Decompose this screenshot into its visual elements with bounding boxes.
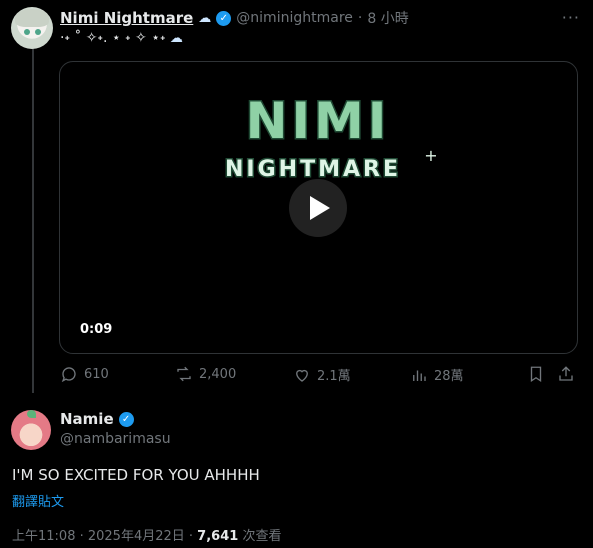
- bookmark-button[interactable]: [527, 365, 545, 383]
- tweet-text-content: ·˖ ˚ ✧˖. ⋆ ˖ ✧ ⋆˖: [60, 30, 166, 46]
- cloud-icon: ☁: [198, 10, 212, 26]
- more-dots-icon[interactable]: ···: [562, 8, 580, 27]
- handle[interactable]: @nambarimasu: [60, 431, 171, 447]
- reply-text: I'M SO EXCITED FOR YOU AHHHH: [12, 466, 260, 484]
- avatar-leaf: [27, 410, 36, 418]
- cloud-icon: ☁: [169, 31, 183, 46]
- views-count: 28萬: [434, 369, 464, 384]
- avatar[interactable]: [11, 410, 51, 450]
- like-count: 2.1萬: [317, 369, 351, 384]
- sparkle-icon: +: [424, 146, 437, 165]
- reply-button[interactable]: 610: [60, 365, 109, 383]
- reply-count: 610: [84, 366, 109, 382]
- share-button[interactable]: [557, 365, 575, 383]
- translate-link[interactable]: 翻譯貼文: [12, 491, 64, 510]
- play-button[interactable]: [289, 179, 347, 237]
- verified-badge-icon[interactable]: ✓: [216, 10, 232, 26]
- action-bar: 610 2,400 2.1萬 28萬: [60, 365, 576, 385]
- analytics-icon: [413, 370, 426, 381]
- tweet-main[interactable]: Nimi Nightmare ☁ ✓ @niminightmare · 8 小時…: [0, 0, 593, 396]
- like-button[interactable]: 2.1萬: [293, 365, 351, 384]
- verified-badge-icon[interactable]: ✓: [118, 411, 134, 427]
- logo-title: NIMI: [246, 92, 391, 150]
- video-duration: 0:09: [80, 322, 113, 337]
- timestamp[interactable]: 8 小時: [367, 8, 408, 28]
- bookmark-icon: [530, 366, 542, 383]
- play-icon: [310, 196, 330, 220]
- avatar-eye-right: [35, 29, 41, 35]
- post-timestamp[interactable]: 上午11:08 · 2025年4月22日 ·: [12, 529, 193, 544]
- repost-icon: [177, 366, 191, 382]
- logo-subtitle: NIGHTMARE: [225, 157, 401, 182]
- repost-count: 2,400: [199, 366, 237, 382]
- post-views-count: 7,641: [197, 529, 239, 544]
- avatar-eye-left: [24, 29, 30, 35]
- post-meta: 上午11:08 · 2025年4月22日 · 7,641 次查看: [12, 525, 281, 544]
- share-icon: [559, 366, 573, 381]
- tweet-reply[interactable]: Namie ✓ @nambarimasu I'M SO EXCITED FOR …: [0, 396, 593, 548]
- author-row: Nimi Nightmare ☁ ✓ @niminightmare · 8 小時: [60, 8, 409, 28]
- handle[interactable]: @niminightmare: [236, 10, 353, 26]
- tweet-text: ·˖ ˚ ✧˖. ⋆ ˖ ✧ ⋆˖ ☁: [60, 30, 183, 46]
- reply-icon: [61, 367, 76, 383]
- separator: ·: [357, 10, 363, 26]
- views-button[interactable]: 28萬: [410, 365, 464, 384]
- display-name[interactable]: Nimi Nightmare: [60, 9, 193, 27]
- display-name[interactable]: Namie: [60, 410, 114, 428]
- repost-button[interactable]: 2,400: [175, 365, 236, 383]
- author-row: Namie ✓: [60, 410, 134, 428]
- avatar-hair: [15, 9, 49, 27]
- avatar[interactable]: [11, 7, 53, 49]
- post-views-label: 次查看: [242, 529, 282, 544]
- heart-icon: [296, 369, 308, 382]
- nimi-nightmare-logo: NIMI NIGHTMARE +: [224, 91, 438, 184]
- video-player[interactable]: NIMI NIGHTMARE + 0:09: [59, 61, 578, 354]
- thread-line: [32, 48, 34, 393]
